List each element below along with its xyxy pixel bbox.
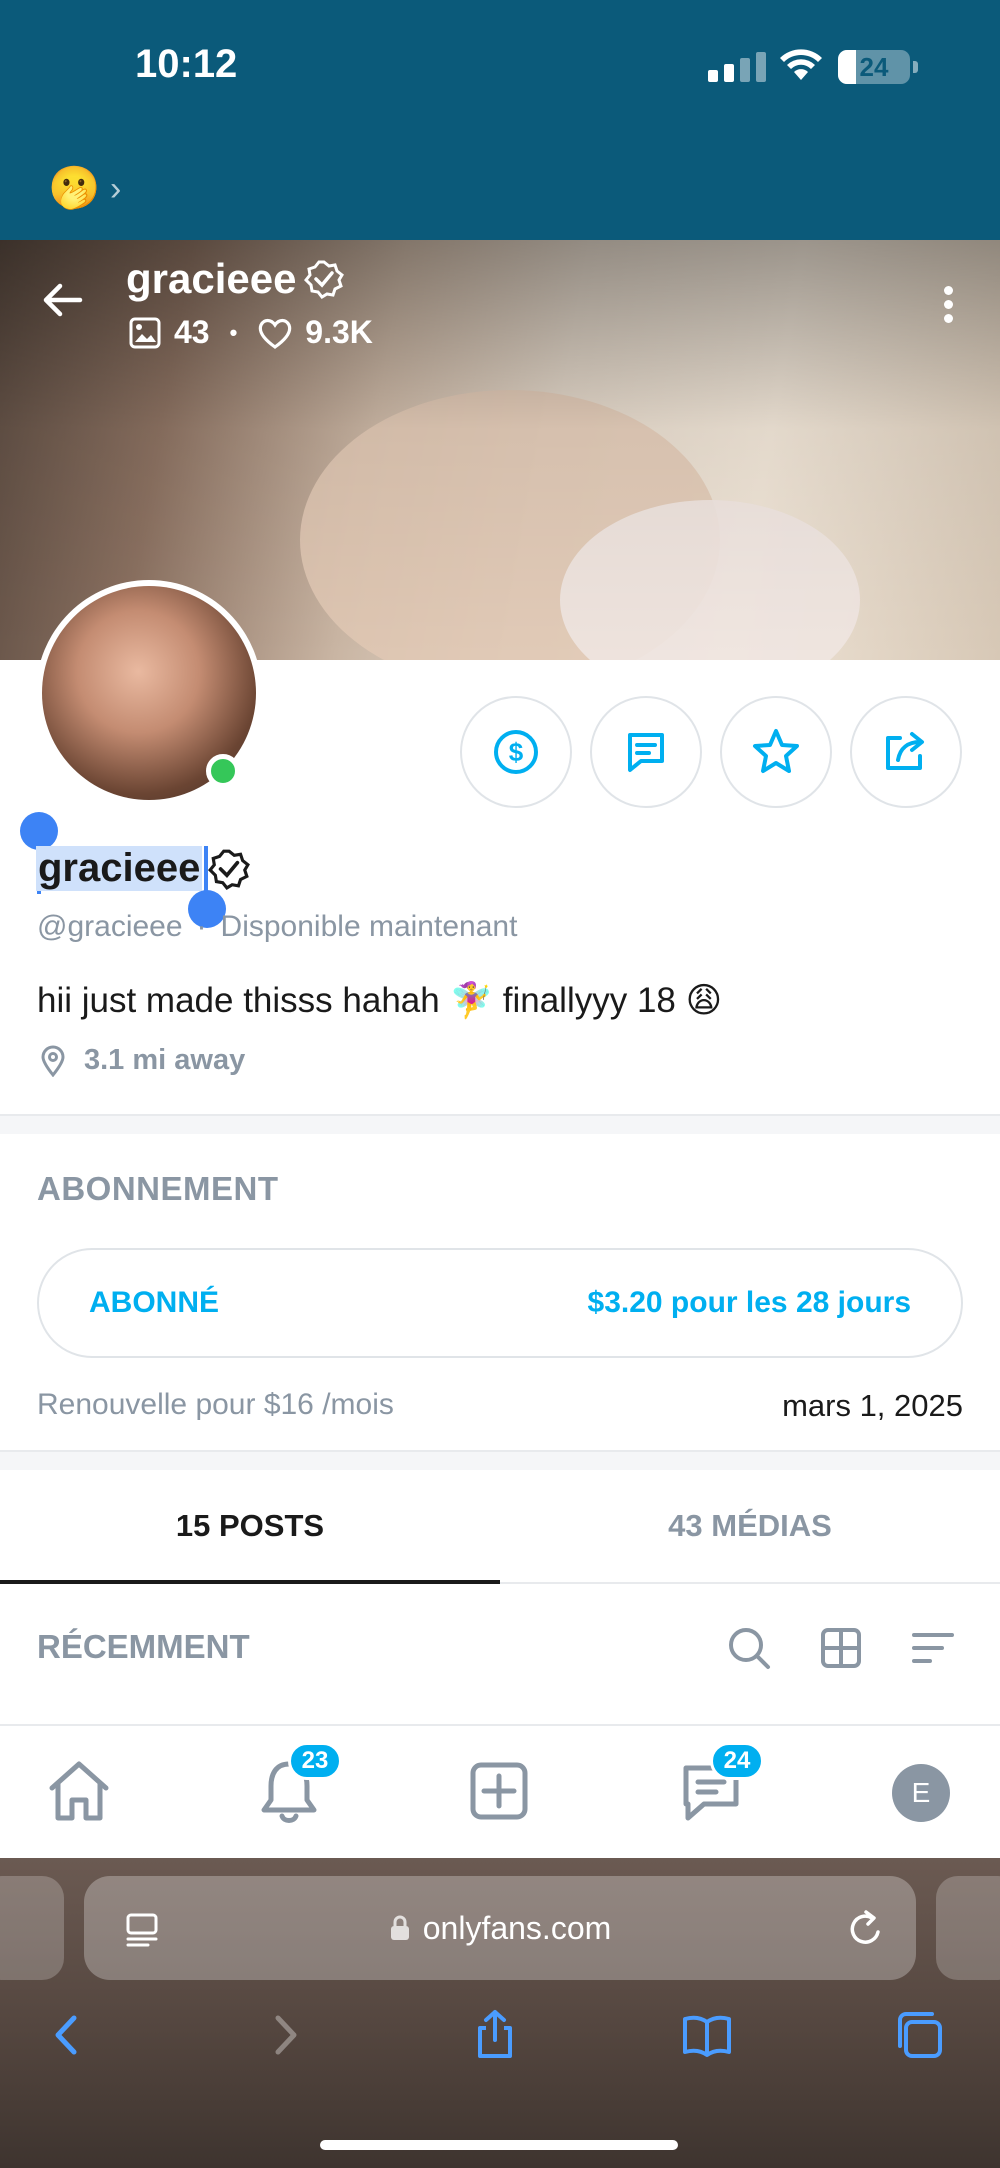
- lock-icon: [390, 1915, 409, 1940]
- notifications-button[interactable]: 23: [254, 1742, 342, 1826]
- tab-media[interactable]: 43 MÉDIAS: [500, 1470, 1000, 1582]
- url-text: onlyfans.com: [422, 1909, 612, 1946]
- availability-status: Disponible maintenant: [220, 910, 518, 943]
- browser-forward-icon[interactable]: [258, 2008, 312, 2062]
- handle-row: @gracieee · Disponible maintenant: [37, 910, 517, 944]
- renewal-date: mars 1, 2025: [782, 1388, 963, 1423]
- section-divider: [0, 1114, 1000, 1134]
- browser-back-icon[interactable]: [40, 2008, 94, 2062]
- message-icon: [628, 733, 664, 772]
- url-display: onlyfans.com: [84, 1876, 916, 1980]
- home-icon[interactable]: [44, 1756, 114, 1826]
- dollar-circle-icon: $: [494, 730, 538, 774]
- share-icon: [886, 732, 924, 770]
- previous-tab[interactable]: [0, 1876, 64, 1980]
- back-arrow-icon[interactable]: [40, 278, 84, 322]
- heart-icon: [259, 318, 292, 349]
- search-icon[interactable]: [726, 1625, 772, 1671]
- message-button[interactable]: [590, 696, 702, 808]
- image-icon: [129, 317, 161, 348]
- add-post-icon[interactable]: [464, 1756, 534, 1826]
- verified-icon: [208, 849, 251, 890]
- battery-icon: 24: [838, 50, 918, 84]
- share-button[interactable]: [850, 696, 962, 808]
- location-pin-icon: [41, 1045, 65, 1077]
- profile-name[interactable]: gracieee: [36, 846, 203, 891]
- distance-text: 3.1 mi away: [84, 1044, 246, 1076]
- wifi-icon: [780, 49, 822, 80]
- status-time: 10:12: [135, 42, 238, 86]
- section-divider: [0, 1450, 1000, 1470]
- cover-name-text: gracieee: [126, 255, 297, 302]
- tip-button[interactable]: $: [460, 696, 572, 808]
- profile-handle: @gracieee: [37, 910, 183, 943]
- cover-username: gracieee: [126, 255, 345, 303]
- messages-button[interactable]: 24: [676, 1742, 764, 1826]
- sort-icon[interactable]: [910, 1625, 956, 1671]
- online-indicator: [206, 754, 240, 788]
- browser-toolbar: onlyfans.com: [0, 1858, 1000, 2168]
- subscription-heading: ABONNEMENT: [37, 1170, 279, 1207]
- feed-heading: RÉCEMMENT: [37, 1628, 250, 1665]
- reload-icon[interactable]: [844, 1908, 886, 1950]
- status-bar: 10:12 24 🫢 ›: [0, 0, 1000, 240]
- bottom-navigation: 23 24: [0, 1724, 1000, 1858]
- separator-dot: ·: [196, 910, 207, 943]
- cover-stats: 43 • 9.3K: [128, 314, 373, 351]
- more-options-icon[interactable]: [940, 286, 956, 326]
- svg-text:$: $: [509, 737, 524, 767]
- notifications-badge: 23: [288, 1742, 342, 1780]
- next-tab[interactable]: [936, 1876, 1000, 1980]
- bookmarks-icon[interactable]: [680, 2008, 734, 2062]
- tabs-overview-icon[interactable]: [892, 2008, 946, 2062]
- back-app-emoji[interactable]: 🫢: [48, 164, 100, 213]
- home-indicator[interactable]: [320, 2140, 678, 2150]
- chevron-right-icon[interactable]: ›: [110, 170, 121, 209]
- browser-share-icon[interactable]: [468, 2008, 522, 2062]
- subscription-status: ABONNÉ: [89, 1286, 220, 1319]
- tab-posts[interactable]: 15 POSTS: [0, 1470, 500, 1584]
- subscription-button[interactable]: ABONNÉ $3.20 pour les 28 jours: [37, 1248, 963, 1358]
- like-count: 9.3K: [305, 314, 373, 350]
- address-bar[interactable]: onlyfans.com: [84, 1876, 916, 1980]
- photo-count: 43: [174, 314, 210, 350]
- profile-name-row: gracieee: [36, 846, 251, 891]
- subscription-price: $3.20 pour les 28 jours: [587, 1286, 911, 1319]
- messages-badge: 24: [710, 1742, 764, 1780]
- profile-bio: hii just made thisss hahah 🧚‍♀️ finallyy…: [37, 981, 723, 1020]
- grid-view-icon[interactable]: [818, 1625, 864, 1671]
- renewal-text: Renouvelle pour $16 /mois: [37, 1388, 394, 1421]
- star-icon: [753, 729, 799, 773]
- location-row: 3.1 mi away: [40, 1044, 245, 1077]
- account-avatar[interactable]: E: [892, 1764, 950, 1822]
- favorite-button[interactable]: [720, 696, 832, 808]
- verified-icon: [304, 260, 345, 299]
- profile-tabs: 15 POSTS 43 MÉDIAS: [0, 1470, 1000, 1584]
- signal-icon: [708, 52, 766, 82]
